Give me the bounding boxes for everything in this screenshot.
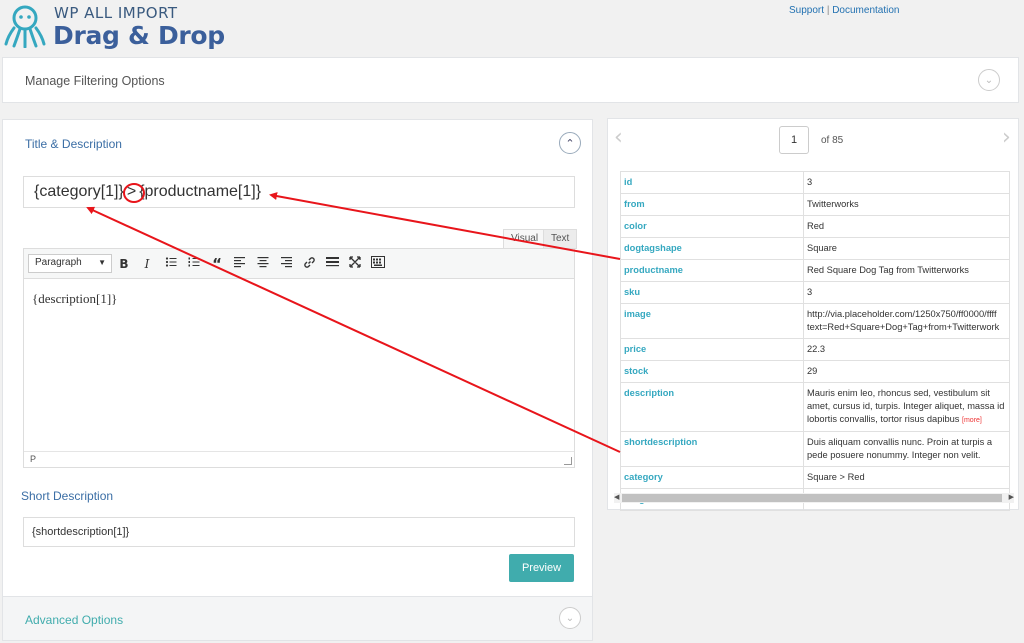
scroll-left-icon[interactable]: ◀ xyxy=(614,493,619,503)
record-total: of 85 xyxy=(821,135,844,146)
table-row: color Red xyxy=(620,215,1010,238)
editor-toolbar: Paragraph ▼ B I “ xyxy=(24,249,574,279)
italic-icon[interactable]: I xyxy=(139,256,155,272)
short-description-heading: Short Description xyxy=(21,489,114,503)
title-separator: > xyxy=(126,183,137,200)
title-token-category: {category[1]} xyxy=(34,183,124,200)
bold-icon[interactable]: B xyxy=(116,256,132,272)
field-key[interactable]: color xyxy=(620,215,804,238)
brand-main-text: Drag & Drop xyxy=(53,21,225,50)
brand-logo: WP ALL IMPORT Drag & Drop xyxy=(4,2,225,50)
table-row: category Square > Red xyxy=(620,466,1010,489)
field-key[interactable]: id xyxy=(620,171,804,194)
table-row: dogtagshape Square xyxy=(620,237,1010,260)
filtering-expand-button[interactable]: ⌄ xyxy=(978,69,1000,91)
link-icon[interactable] xyxy=(301,256,317,272)
tab-visual[interactable]: Visual xyxy=(503,229,547,249)
filtering-options-section[interactable]: Manage Filtering Options ⌄ xyxy=(2,57,1019,103)
field-value: 3 xyxy=(803,281,1010,304)
bullet-list-icon[interactable] xyxy=(163,256,179,272)
field-key[interactable]: image xyxy=(620,303,804,339)
preview-button[interactable]: Preview xyxy=(509,554,574,582)
more-link[interactable]: [more] xyxy=(962,417,982,424)
horizontal-rule-icon[interactable] xyxy=(324,256,340,272)
align-right-icon[interactable] xyxy=(278,256,294,272)
table-row: id 3 xyxy=(620,171,1010,194)
title-description-heading: Title & Description xyxy=(25,137,122,151)
fullscreen-icon[interactable] xyxy=(347,256,363,272)
title-input[interactable]: {category[1]} > {productname[1]} xyxy=(23,176,575,208)
field-key[interactable]: dogtagshape xyxy=(620,237,804,260)
chevron-down-icon: ⌄ xyxy=(565,612,575,624)
record-number-input[interactable]: 1 xyxy=(779,126,809,154)
record-fields-table: id 3 from Twitterworks color Red dogtagshap… xyxy=(620,171,1010,511)
header-links: Support | Documentation xyxy=(789,5,899,16)
chevron-right-icon[interactable]: › xyxy=(1002,125,1011,150)
table-row: productname Red Square Dog Tag from Twitt… xyxy=(620,259,1010,282)
scroll-right-icon[interactable]: ▶ xyxy=(1009,493,1014,503)
field-key[interactable]: description xyxy=(620,382,804,432)
link-separator: | xyxy=(826,5,830,16)
chevron-up-icon: ⌃ xyxy=(565,137,575,150)
numbered-list-icon[interactable] xyxy=(186,256,202,272)
title-token-productname: {productname[1]} xyxy=(139,183,262,200)
documentation-link[interactable]: Documentation xyxy=(832,5,899,16)
chevron-down-icon: ⌄ xyxy=(984,74,994,86)
field-key[interactable]: productname xyxy=(620,259,804,282)
field-value: http://via.placeholder.com/1250x750/ff00… xyxy=(803,303,1010,339)
scrollbar-thumb[interactable] xyxy=(622,494,1002,502)
title-description-panel: Title & Description ⌃ {category[1]} > {pro… xyxy=(2,119,593,641)
table-row: image http://via.placeholder.com/1250x750… xyxy=(620,303,1010,339)
advanced-expand-button[interactable]: ⌄ xyxy=(559,607,581,629)
advanced-options-title: Advanced Options xyxy=(25,613,124,627)
field-key[interactable]: from xyxy=(620,193,804,216)
table-row: stock 29 xyxy=(620,360,1010,383)
editor-content[interactable]: {description[1]} xyxy=(32,291,117,307)
support-link[interactable]: Support xyxy=(789,5,824,16)
field-value: Square > Red xyxy=(803,466,1010,489)
field-value: Square xyxy=(803,237,1010,260)
table-row: shortdescription Duis aliquam convallis n… xyxy=(620,431,1010,467)
record-preview-panel: ‹ 1 of 85 › id 3 from Twitterworks color Re… xyxy=(607,118,1019,511)
align-left-icon[interactable] xyxy=(232,256,248,272)
caret-down-icon: ▼ xyxy=(98,258,106,267)
format-select[interactable]: Paragraph ▼ xyxy=(28,254,112,273)
resize-handle-icon[interactable] xyxy=(564,457,572,465)
table-row: from Twitterworks xyxy=(620,193,1010,216)
field-value: Red Square Dog Tag from Twitterworks xyxy=(803,259,1010,282)
table-row: description Mauris enim leo, rhoncus sed,… xyxy=(620,382,1010,432)
horizontal-scrollbar[interactable]: ◀ ▶ xyxy=(614,493,1014,503)
field-value: 29 xyxy=(803,360,1010,383)
field-key[interactable]: price xyxy=(620,338,804,361)
keyboard-icon[interactable] xyxy=(370,256,386,272)
field-value: Twitterworks xyxy=(803,193,1010,216)
field-key[interactable]: shortdescription xyxy=(620,431,804,467)
field-key[interactable]: sku xyxy=(620,281,804,304)
field-value: 3 xyxy=(803,171,1010,194)
status-path-text: P xyxy=(30,454,37,464)
field-key[interactable]: category xyxy=(620,466,804,489)
collapse-button[interactable]: ⌃ xyxy=(559,132,581,154)
field-value: Red xyxy=(803,215,1010,238)
field-value: Mauris enim leo, rhoncus sed, vestibulum… xyxy=(803,382,1010,432)
image-url-line-2: text=Red+Square+Dog+Tag+from+Twitterwork xyxy=(807,322,1000,332)
brand-top-text: WP ALL IMPORT xyxy=(54,4,178,22)
editor-status-path: P xyxy=(24,451,574,467)
blockquote-icon[interactable]: “ xyxy=(209,256,225,272)
short-description-input[interactable]: {shortdescription[1]} xyxy=(23,517,575,547)
description-editor[interactable]: Paragraph ▼ B I “ {description[1]} P xyxy=(23,248,575,468)
field-value: Duis aliquam convallis nunc. Proin at tu… xyxy=(803,431,1010,467)
align-center-icon[interactable] xyxy=(255,256,271,272)
tab-text[interactable]: Text xyxy=(543,229,578,249)
octopus-logo-icon xyxy=(4,5,46,48)
field-value: 22.3 xyxy=(803,338,1010,361)
format-select-value: Paragraph xyxy=(35,257,82,268)
table-row: price 22.3 xyxy=(620,338,1010,361)
chevron-left-icon[interactable]: ‹ xyxy=(614,125,623,150)
field-key[interactable]: stock xyxy=(620,360,804,383)
table-row: sku 3 xyxy=(620,281,1010,304)
advanced-options-section[interactable]: Advanced Options ⌄ xyxy=(3,596,592,640)
filtering-options-title: Manage Filtering Options xyxy=(25,74,165,88)
image-url-line-1: http://via.placeholder.com/1250x750/ff00… xyxy=(807,309,997,319)
